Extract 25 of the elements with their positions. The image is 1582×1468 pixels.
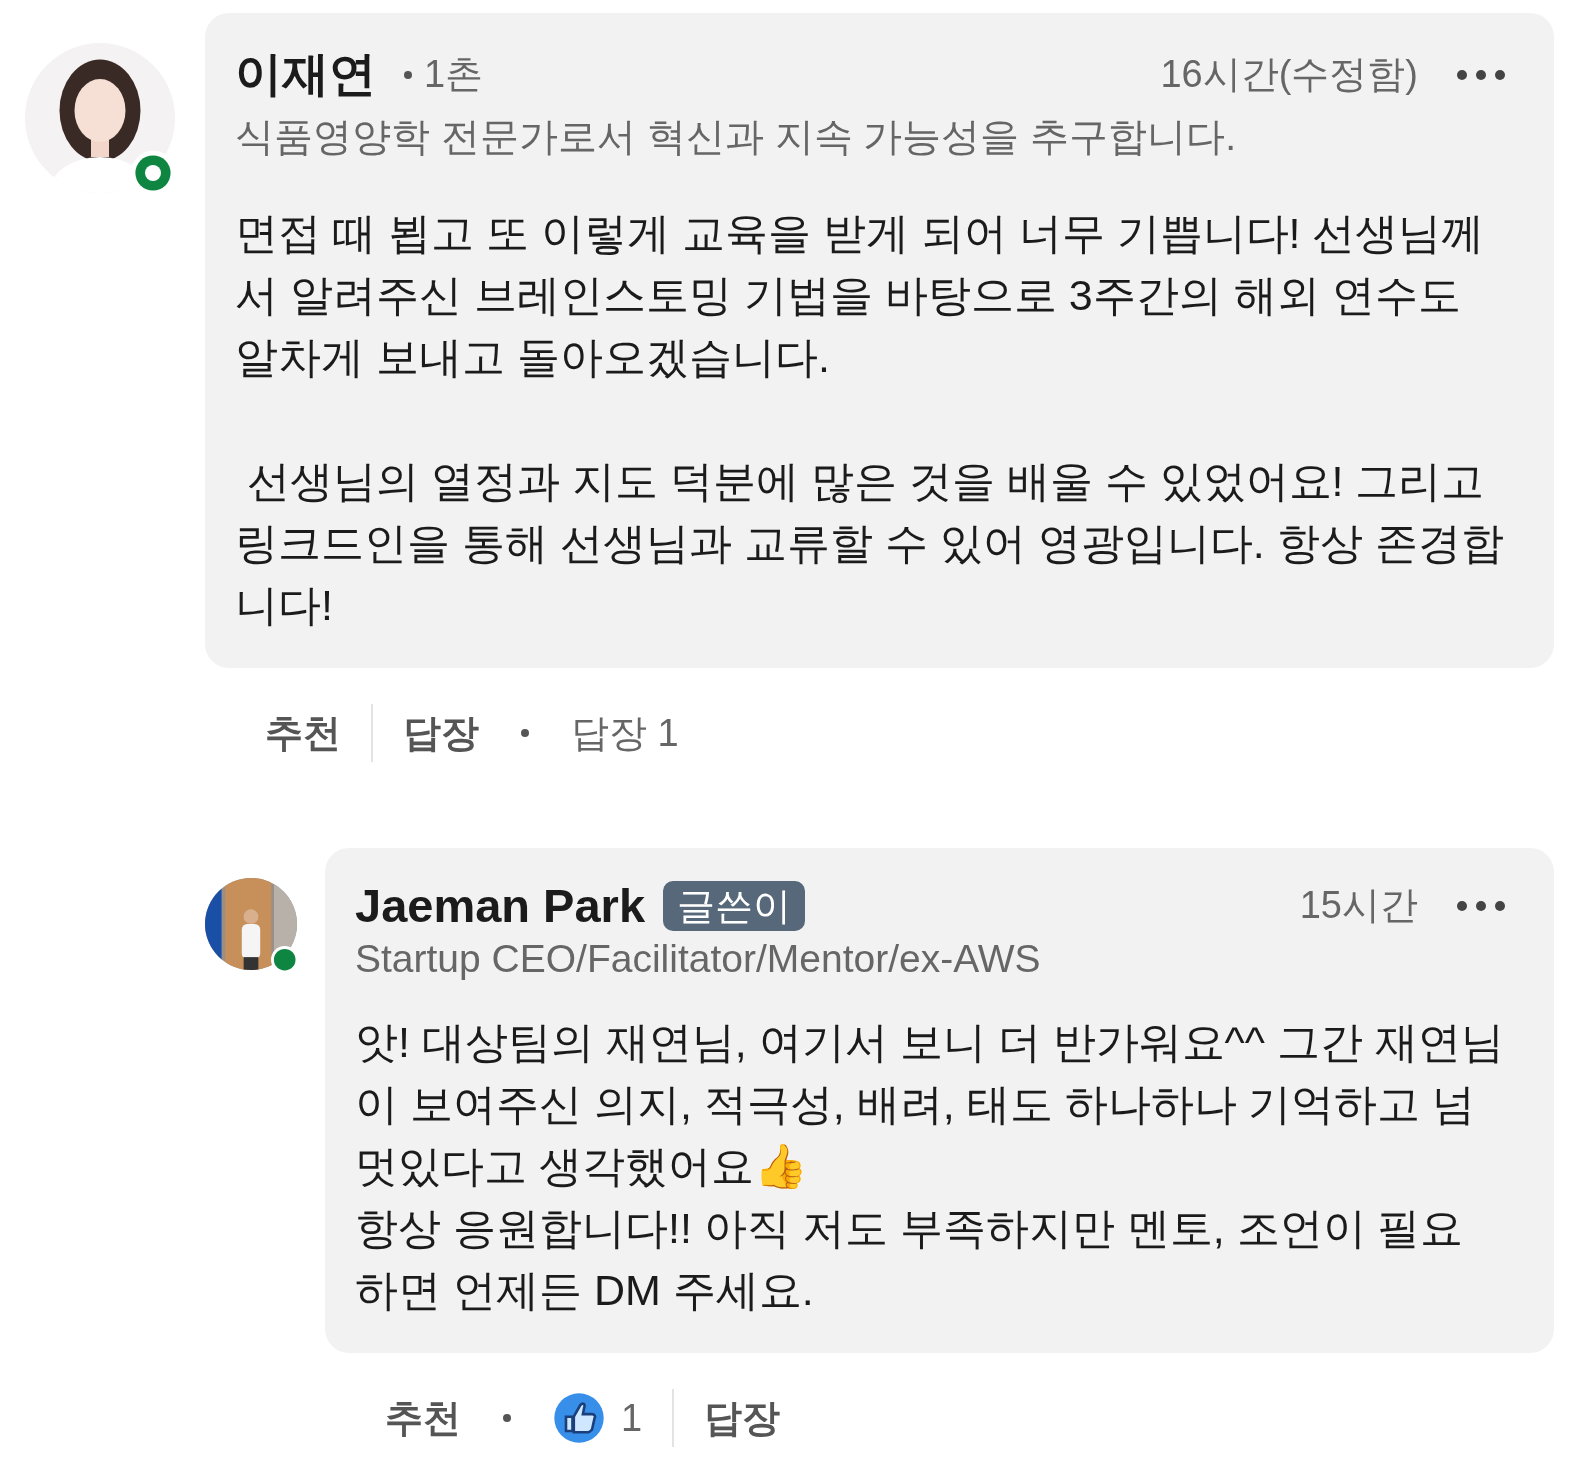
online-status-icon — [269, 944, 299, 974]
more-options-icon[interactable] — [1456, 68, 1506, 81]
comment-text: 면접 때 뵙고 또 이렇게 교육을 받게 되어 너무 기쁩니다! 선생님께서 알려주신 브레인스토밍 기법을 바탕으로 3주간의 해외 연수도 알차게 보내고 돌아오겠습니다. — [235, 209, 1485, 381]
comment-time: 15시간 — [1299, 883, 1418, 928]
reaction-count[interactable]: 1 — [621, 1396, 643, 1440]
comment-text: 항상 응원합니다!! 아직 저도 부족하지만 멘토, 조언이 필요하면 언제든 DM 주세요. — [355, 1204, 1464, 1314]
comment-action[interactable]: 추천 — [265, 707, 341, 759]
author-name[interactable]: 이재연 — [235, 43, 376, 106]
author-headline: 식품영양학 전문가로서 혁신과 지속 가능성을 추구합니다. — [235, 114, 1237, 160]
comment-text: 선생님의 열정과 지도 덕분에 많은 것을 배울 수 있었어요! 그리고 링크드인을 통해 선생님과 교류할 수 있어 영광입니다. 항상 존경합니다! — [235, 457, 1504, 629]
connection-degree: 1촌 — [424, 52, 484, 97]
separator-dot — [521, 729, 529, 737]
comment-action[interactable]: 답장 — [403, 707, 479, 759]
comment-time: 16시간(수정함) — [1160, 52, 1418, 97]
like-reaction-icon — [553, 1392, 605, 1444]
separator-dot — [503, 1414, 511, 1422]
separator-dot — [404, 70, 412, 79]
comment-text: 앗! 대상팀의 재연님, 여기서 보니 더 반가워요^^ 그간 재연님이 보여주신 의지, 적극성, 배려, 태도 하나하나 기억하고 넘 멋있다고 생각했어요👍 — [355, 1018, 1504, 1190]
author-name[interactable]: Jaeman Park — [355, 878, 646, 933]
comment-action[interactable]: 추천 — [385, 1392, 461, 1444]
comment-action[interactable]: 답장 — [704, 1392, 781, 1444]
author-headline: Startup CEO/Facilitator/Mentor/ex-AWS — [355, 937, 1042, 981]
reply-count[interactable]: 답장 1 — [571, 707, 679, 759]
author-badge: 글쓴이 — [663, 880, 806, 931]
more-options-icon[interactable] — [1456, 899, 1506, 912]
